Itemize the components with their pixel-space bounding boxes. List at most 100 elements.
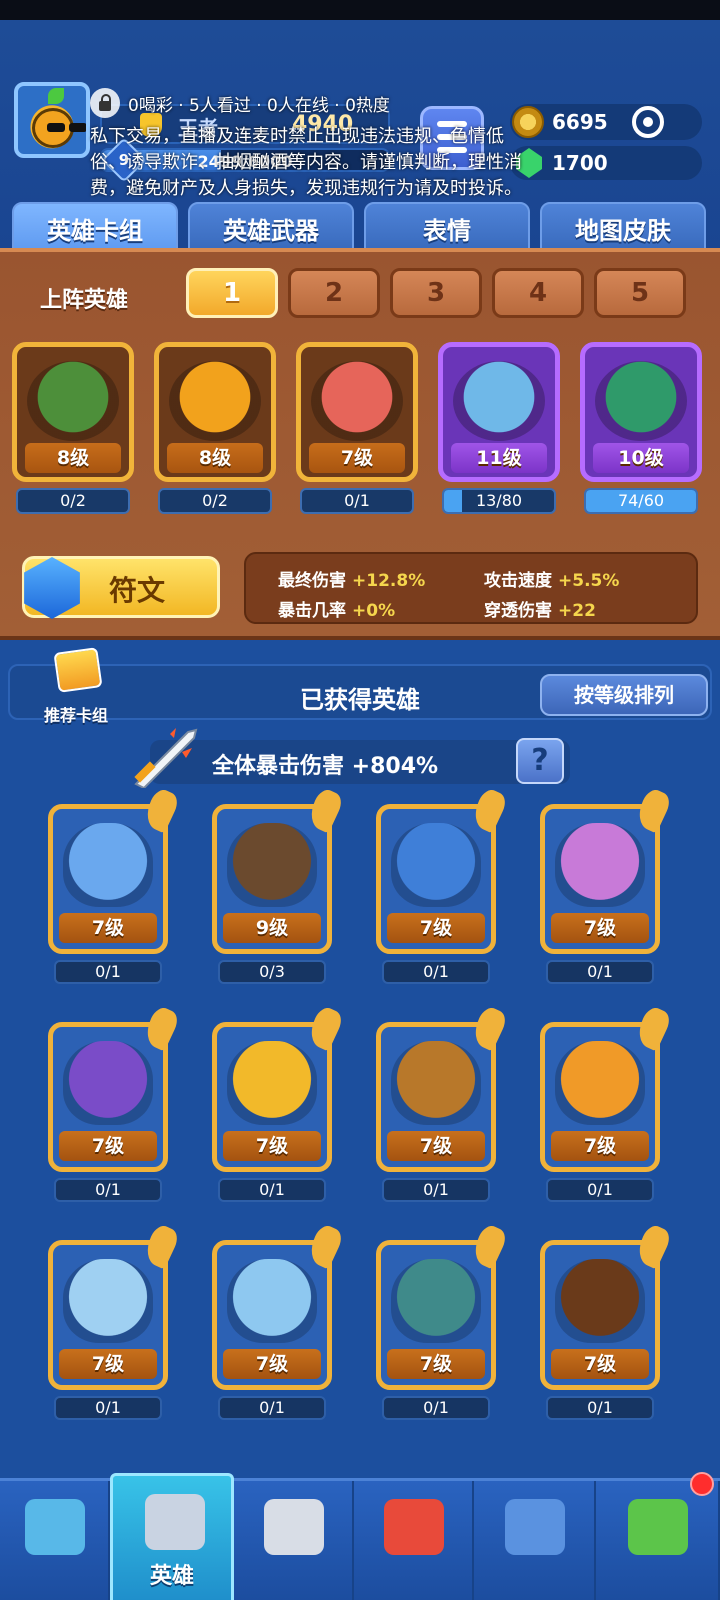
hero-progress-text: 0/1 (382, 960, 490, 984)
collection-hero-card[interactable]: 7级 0/1 (208, 1004, 346, 1202)
avatar-face (32, 108, 74, 148)
deck-hero-card[interactable]: 11级 13/80 (438, 342, 560, 518)
friends-icon (505, 1499, 565, 1555)
player-avatar[interactable] (14, 82, 90, 158)
nav-item[interactable] (234, 1481, 354, 1600)
hero-card-frame: 7级 (376, 1240, 496, 1390)
hero-progress-text: 0/1 (546, 1178, 654, 1202)
hero-level: 9级 (223, 913, 321, 943)
hero-card-frame: 7级 (212, 1022, 332, 1172)
rank-box[interactable]: 王者 4940 (100, 104, 390, 144)
collection-hero-card[interactable]: 7级 0/1 (208, 1222, 346, 1420)
hero-card-frame: 7级 (540, 1240, 660, 1390)
collection-hero-card[interactable]: 7级 0/1 (536, 1004, 674, 1202)
deck-hero-card[interactable]: 8级 0/2 (154, 342, 276, 518)
hero-card-frame: 7级 (540, 804, 660, 954)
hero-progress-text: 0/1 (54, 1178, 162, 1202)
hero-progress-text: 0/1 (546, 960, 654, 984)
hero-portrait (555, 1259, 645, 1343)
hero-card-progress: 0/2 (16, 488, 130, 514)
coin-value: 6695 (552, 110, 608, 134)
sunglasses-icon (47, 123, 65, 132)
help-button[interactable]: ? (516, 738, 564, 784)
hero-level: 7级 (223, 1349, 321, 1379)
stat-key: 最终伤害 (278, 571, 346, 591)
sword-icon (134, 728, 198, 788)
hero-card-frame: 8级 (154, 342, 276, 482)
stat-key: 暴击几率 (278, 601, 346, 621)
menu-line (437, 134, 467, 140)
nav-item[interactable] (354, 1481, 474, 1600)
deck-hero-card[interactable]: 8级 0/2 (12, 342, 134, 518)
deck-hero-card[interactable]: 10级 74/60 (580, 342, 702, 518)
stat-attack-speed: 攻击速度 +5.5% (484, 566, 619, 591)
hero-portrait (391, 1259, 481, 1343)
hero-progress-text: 0/1 (382, 1178, 490, 1202)
nav-item[interactable]: 英雄 (110, 1473, 234, 1600)
hero-progress-text: 0/3 (218, 960, 326, 984)
hero-level: 7级 (59, 1131, 157, 1161)
progress-fill (444, 490, 462, 512)
stat-penetration: 穿透伤害 +22 (484, 596, 596, 621)
hero-progress-text: 74/60 (617, 491, 665, 510)
collection-hero-card[interactable]: 7级 0/1 (44, 786, 182, 984)
trophy-icon (140, 113, 162, 137)
stat-key: 穿透伤害 (484, 601, 552, 621)
deck-slot-4[interactable]: 4 (492, 268, 584, 318)
sort-by-level-button[interactable]: 按等级排列 (540, 674, 708, 716)
hero-card-frame: 10级 (580, 342, 702, 482)
hero-card-frame: 7级 (48, 1022, 168, 1172)
menu-button[interactable] (420, 106, 484, 170)
hero-progress-text: 0/1 (218, 1396, 326, 1420)
collection-hero-card[interactable]: 7级 0/1 (372, 786, 510, 984)
nav-item[interactable] (596, 1481, 720, 1600)
nav-item[interactable] (474, 1481, 596, 1600)
rune-icon (24, 557, 80, 619)
collection-hero-card[interactable]: 7级 0/1 (44, 1222, 182, 1420)
hero-portrait (63, 823, 153, 907)
gem-counter[interactable]: 1700 (510, 146, 702, 180)
hero-card-frame: 7级 (212, 1240, 332, 1390)
hero-level: 7级 (59, 913, 157, 943)
collection-hero-card[interactable]: 7级 0/1 (372, 1004, 510, 1202)
stat-final-damage: 最终伤害 +12.8% (278, 566, 425, 591)
crit-bonus-text: 全体暴击伤害 +804% (212, 754, 439, 779)
deck-hero-card[interactable]: 7级 0/1 (296, 342, 418, 518)
collection-hero-card[interactable]: 9级 0/3 (208, 786, 346, 984)
hero-card-frame: 7级 (296, 342, 418, 482)
hero-portrait (555, 823, 645, 907)
stat-value: +5.5% (558, 571, 620, 591)
collection-hero-card[interactable]: 7级 0/1 (536, 786, 674, 984)
hero-portrait (63, 1041, 153, 1125)
crown-shield-icon (384, 1499, 444, 1555)
hero-card-frame: 11级 (438, 342, 560, 482)
hero-level: 7级 (387, 913, 485, 943)
hero-progress-text: 0/1 (382, 1396, 490, 1420)
collection-hero-card[interactable]: 7级 0/1 (44, 1004, 182, 1202)
top-header: 王者 4940 2499/6000 9 6695 1700 英雄卡组 英雄武器 … (0, 20, 720, 260)
hero-level: 7级 (551, 913, 649, 943)
nav-item[interactable] (0, 1481, 110, 1600)
menu-line (437, 147, 467, 153)
deck-slot-5[interactable]: 5 (594, 268, 686, 318)
deck-slot-2[interactable]: 2 (288, 268, 380, 318)
hero-card-frame: 7级 (376, 1022, 496, 1172)
hero-level: 7级 (551, 1349, 649, 1379)
rune-button[interactable]: 符文 (22, 556, 220, 619)
player-level-badge: 9 (101, 137, 147, 183)
deck-panel: 上阵英雄 1 2 3 4 5 8级 0/2 8级 0/2 7级 0/1 11级 13/80 10… (0, 248, 720, 640)
knight-helmet-icon (145, 1494, 205, 1550)
deck-slot-3[interactable]: 3 (390, 268, 482, 318)
hero-portrait (63, 1259, 153, 1343)
collection-hero-card[interactable]: 7级 0/1 (536, 1222, 674, 1420)
collection-hero-card[interactable]: 7级 0/1 (372, 1222, 510, 1420)
hero-card-frame: 7级 (48, 1240, 168, 1390)
deck-slot-1[interactable]: 1 (186, 268, 278, 318)
hero-portrait (169, 361, 261, 441)
hero-portrait (453, 361, 545, 441)
hero-card-progress: 0/2 (158, 488, 272, 514)
coin-counter[interactable]: 6695 (510, 104, 702, 140)
target-icon[interactable] (632, 106, 664, 138)
hero-level: 8级 (25, 443, 121, 473)
hero-card-progress: 13/80 (442, 488, 556, 514)
